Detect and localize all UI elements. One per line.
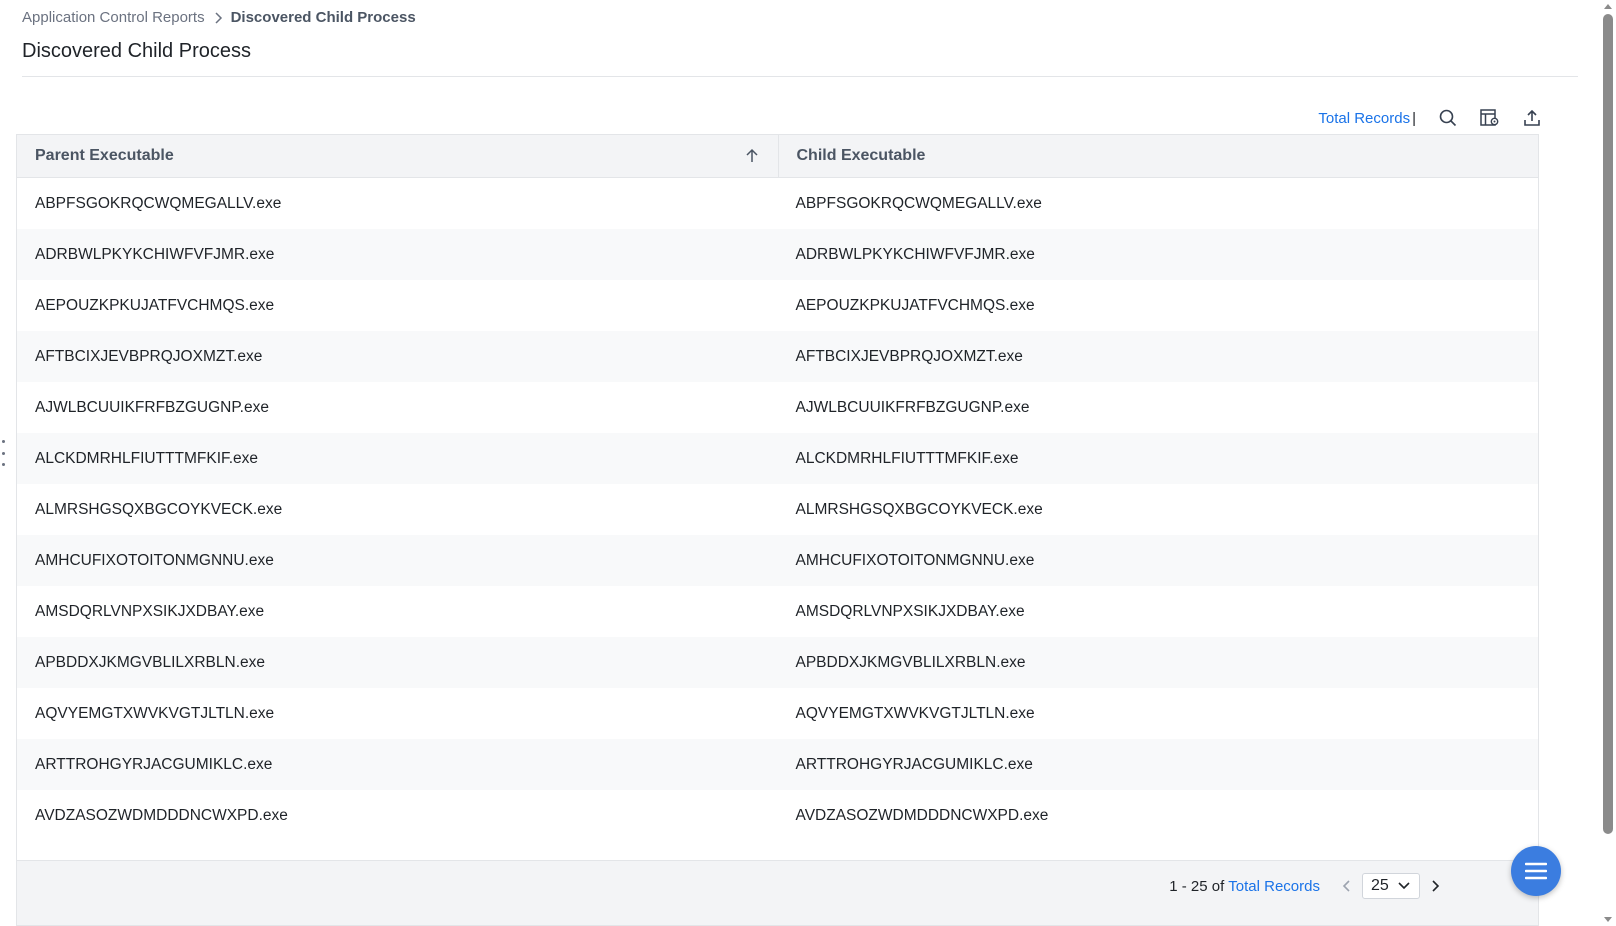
pagination-range: 1 - 25 of	[1169, 877, 1225, 895]
table-row[interactable]: APBDDXJKMGVBLILXRBLN.exe APBDDXJKMGVBLIL…	[17, 637, 1538, 688]
page-size-value: 25	[1371, 877, 1389, 894]
parent-executable-cell: AFTBCIXJEVBPRQJOXMZT.exe	[35, 347, 263, 365]
parent-executable-cell: ADRBWLPKYKCHIWFVFJMR.exe	[35, 245, 275, 263]
search-icon[interactable]	[1436, 106, 1460, 130]
previous-page-button[interactable]	[1336, 875, 1358, 897]
chevron-left-icon	[1342, 880, 1350, 892]
handle-dot	[1, 451, 5, 455]
parent-executable-cell: AMSDQRLVNPXSIKJXDBAY.exe	[35, 602, 265, 620]
child-executable-cell: ALMRSHGSQXBGCOYKVECK.exe	[795, 500, 1043, 518]
column-header-label: Child Executable	[796, 147, 926, 164]
table-footer: 1 - 25 of Total Records 25	[17, 860, 1538, 925]
sort-ascending-icon[interactable]	[744, 148, 760, 164]
chevron-down-icon	[1398, 882, 1410, 890]
parent-executable-cell: ARTTROHGYRJACGUMIKLC.exe	[35, 755, 273, 773]
child-executable-cell: AMSDQRLVNPXSIKJXDBAY.exe	[795, 602, 1025, 620]
column-header-child-executable[interactable]: Child Executable	[777, 135, 1539, 177]
table-row[interactable]: AVDZASOZWDMDDDNCWXPD.exe AVDZASOZWDMDDDN…	[17, 790, 1538, 841]
breadcrumb: Application Control Reports Discovered C…	[22, 9, 416, 26]
breadcrumb-parent-link[interactable]: Application Control Reports	[22, 9, 205, 26]
sidebar-drag-handle[interactable]	[0, 440, 6, 466]
table-row[interactable]: AQVYEMGTXWVKVGTJLTLN.exe AQVYEMGTXWVKVGT…	[17, 688, 1538, 739]
table-row[interactable]: ADRBWLPKYKCHIWFVFJMR.exe ADRBWLPKYKCHIWF…	[17, 229, 1538, 280]
parent-executable-cell: ALMRSHGSQXBGCOYKVECK.exe	[35, 500, 283, 518]
table-row[interactable]: AJWLBCUUIKFRFBZGUGNP.exe AJWLBCUUIKFRFBZ…	[17, 382, 1538, 433]
breadcrumb-current: Discovered Child Process	[230, 9, 416, 26]
parent-executable-cell: AVDZASOZWDMDDDNCWXPD.exe	[35, 806, 288, 824]
pagination: 1 - 25 of Total Records 25	[1169, 873, 1446, 899]
column-header-label: Parent Executable	[35, 147, 174, 164]
page-size-select[interactable]: 25	[1362, 873, 1420, 899]
total-records-link[interactable]: Total Records	[1318, 110, 1410, 127]
scroll-down-arrow-icon[interactable]	[1604, 917, 1612, 922]
parent-executable-cell: ABPFSGOKRQCWQMEGALLV.exe	[35, 194, 282, 212]
child-executable-cell: ALCKDMRHLFIUTTTMFKIF.exe	[795, 449, 1019, 467]
parent-executable-cell: APBDDXJKMGVBLILXRBLN.exe	[35, 653, 266, 671]
page-scrollbar[interactable]	[1600, 0, 1616, 926]
child-executable-cell: AQVYEMGTXWVKVGTJLTLN.exe	[795, 704, 1035, 722]
table-row[interactable]: AMHCUFIXOTOITONMGNNU.exe AMHCUFIXOTOITON…	[17, 535, 1538, 586]
scroll-up-arrow-icon[interactable]	[1604, 4, 1612, 9]
parent-executable-cell: AQVYEMGTXWVKVGTJLTLN.exe	[35, 704, 275, 722]
discovered-child-process-table: Parent Executable Child Executable ABPFS…	[16, 134, 1539, 926]
parent-executable-cell: AJWLBCUUIKFRFBZGUGNP.exe	[35, 398, 269, 416]
child-executable-cell: ADRBWLPKYKCHIWFVFJMR.exe	[795, 245, 1035, 263]
child-executable-cell: AEPOUZKPKUJATFVCHMQS.exe	[795, 296, 1035, 314]
table-row[interactable]: ALMRSHGSQXBGCOYKVECK.exe ALMRSHGSQXBGCOY…	[17, 484, 1538, 535]
table-body: ABPFSGOKRQCWQMEGALLV.exe ABPFSGOKRQCWQME…	[17, 178, 1538, 841]
table-row[interactable]: ALCKDMRHLFIUTTTMFKIF.exe ALCKDMRHLFIUTTT…	[17, 433, 1538, 484]
hamburger-menu-icon	[1525, 862, 1547, 880]
export-icon[interactable]	[1520, 106, 1544, 130]
child-executable-cell: AMHCUFIXOTOITONMGNNU.exe	[795, 551, 1035, 569]
next-page-button[interactable]	[1424, 875, 1446, 897]
table-toolbar: Total Records |	[1318, 106, 1544, 130]
child-executable-cell: AJWLBCUUIKFRFBZGUGNP.exe	[795, 398, 1030, 416]
page-title: Discovered Child Process	[22, 40, 251, 62]
pagination-total-records-link[interactable]: Total Records	[1228, 878, 1320, 895]
table-row[interactable]: AMSDQRLVNPXSIKJXDBAY.exe AMSDQRLVNPXSIKJ…	[17, 586, 1538, 637]
parent-executable-cell: AEPOUZKPKUJATFVCHMQS.exe	[35, 296, 275, 314]
table-row[interactable]: AFTBCIXJEVBPRQJOXMZT.exe AFTBCIXJEVBPRQJ…	[17, 331, 1538, 382]
handle-dot	[1, 440, 5, 443]
chevron-right-icon	[1432, 880, 1440, 892]
handle-dot	[1, 463, 5, 466]
column-settings-icon[interactable]	[1478, 106, 1502, 130]
table-row[interactable]: ARTTROHGYRJACGUMIKLC.exe ARTTROHGYRJACGU…	[17, 739, 1538, 790]
table-header: Parent Executable Child Executable	[17, 135, 1538, 178]
column-header-parent-executable[interactable]: Parent Executable	[17, 135, 778, 177]
menu-fab-button[interactable]	[1511, 846, 1561, 896]
table-row[interactable]: AEPOUZKPKUJATFVCHMQS.exe AEPOUZKPKUJATFV…	[17, 280, 1538, 331]
child-executable-cell: AVDZASOZWDMDDDNCWXPD.exe	[795, 806, 1049, 824]
parent-executable-cell: AMHCUFIXOTOITONMGNNU.exe	[35, 551, 274, 569]
chevron-right-icon	[213, 11, 223, 24]
page: Application Control Reports Discovered C…	[0, 0, 1616, 926]
toolbar-separator: |	[1412, 109, 1416, 127]
child-executable-cell: ABPFSGOKRQCWQMEGALLV.exe	[795, 194, 1042, 212]
child-executable-cell: AFTBCIXJEVBPRQJOXMZT.exe	[795, 347, 1023, 365]
child-executable-cell: ARTTROHGYRJACGUMIKLC.exe	[795, 755, 1033, 773]
scrollbar-thumb[interactable]	[1603, 14, 1613, 834]
parent-executable-cell: ALCKDMRHLFIUTTTMFKIF.exe	[35, 449, 259, 467]
table-row[interactable]: ABPFSGOKRQCWQMEGALLV.exe ABPFSGOKRQCWQME…	[17, 178, 1538, 229]
child-executable-cell: APBDDXJKMGVBLILXRBLN.exe	[795, 653, 1026, 671]
title-divider	[22, 76, 1578, 77]
